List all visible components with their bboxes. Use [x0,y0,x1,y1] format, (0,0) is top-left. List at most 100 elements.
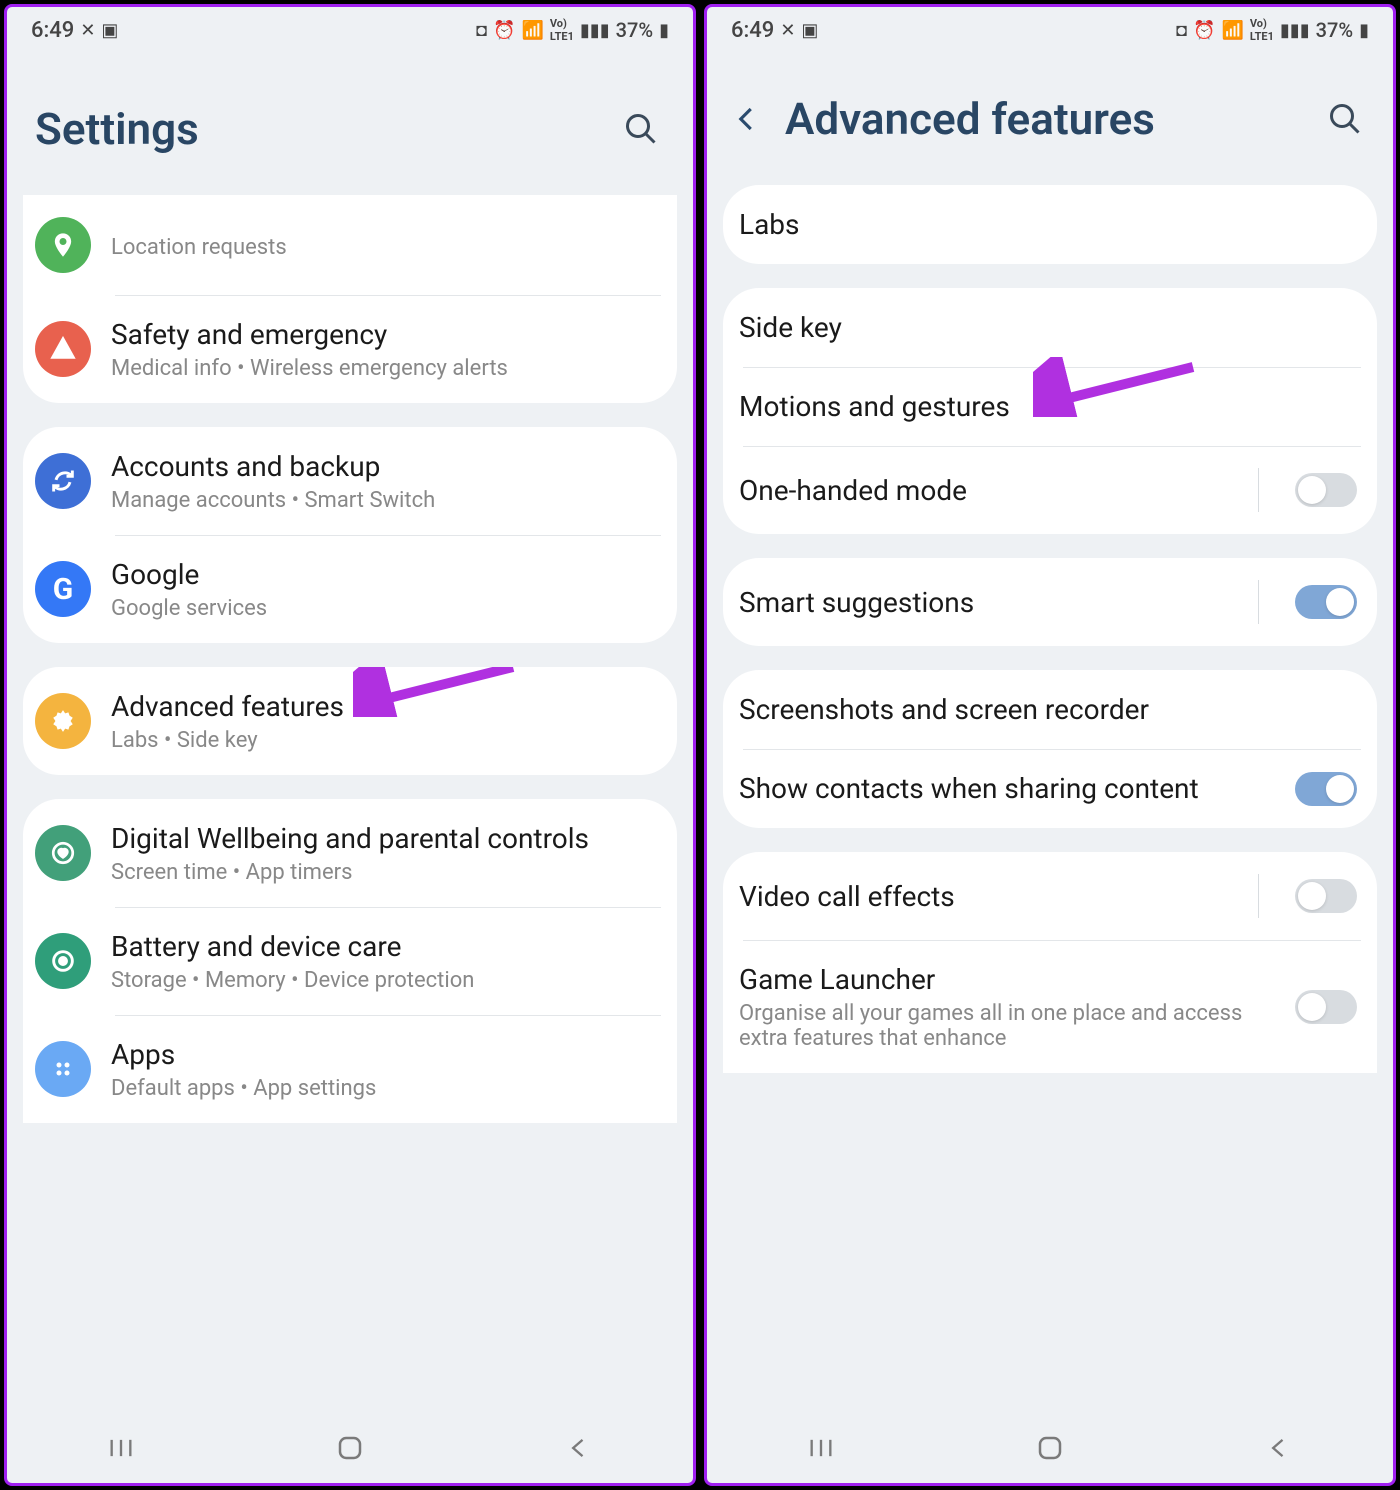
row-title: Apps [111,1037,657,1072]
settings-group: Screenshots and screen recorder Show cont… [723,670,1377,828]
status-bar: 6:49 ✕ ▣ ◘ ⏰ 📶 Vo)LTE1 ▮▮▮ 37% ▮ [7,7,693,53]
phone-right: 6:49 ✕ ▣ ◘ ⏰ 📶 Vo)LTE1 ▮▮▮ 37% ▮ Advance… [704,4,1396,1486]
status-bar: 6:49 ✕ ▣ ◘ ⏰ 📶 Vo)LTE1 ▮▮▮ 37% ▮ [707,7,1393,53]
toggle-divider [1258,874,1259,918]
search-button[interactable] [1321,95,1369,143]
heart-icon [35,825,91,881]
row-subtitle: Google services [111,596,657,621]
status-time: 6:49 [731,18,774,43]
row-title: Labs [739,207,1357,242]
row-subtitle: Storage • Memory • Device protection [111,968,657,993]
row-title: Google [111,557,657,592]
volte-icon: Vo)LTE1 [1250,17,1274,43]
row-body: Smart suggestions [739,585,1238,620]
list-item[interactable]: Screenshots and screen recorder [723,670,1377,749]
list-item[interactable]: Labs [723,185,1377,264]
volte-icon: Vo)LTE1 [550,17,574,43]
recents-button[interactable] [101,1428,141,1468]
list-item[interactable]: Video call effects [723,852,1377,940]
list-item[interactable]: Smart suggestions [723,558,1377,646]
row-title: Accounts and backup [111,449,657,484]
nav-bar [707,1413,1393,1483]
row-title: Digital Wellbeing and parental controls [111,821,657,856]
list-item[interactable]: Battery and device care Storage • Memory … [23,907,677,1015]
page-title: Settings [35,103,601,155]
nav-bar [7,1413,693,1483]
row-body: One-handed mode [739,473,1238,508]
wifi-icon: 📶 [1221,20,1243,41]
grid-icon [35,1041,91,1097]
search-button[interactable] [617,105,665,153]
advanced-list[interactable]: Labs Side key Motions and gestures One-hand… [707,185,1393,1413]
settings-group: Labs [723,185,1377,264]
nfc-icon: ◘ [1176,20,1187,41]
wifi-icon: 📶 [521,20,543,41]
settings-group: Side key Motions and gestures One-handed m… [723,288,1377,534]
picture-icon: ▣ [801,20,818,41]
settings-group: Digital Wellbeing and parental controls S… [23,799,677,1123]
list-item[interactable]: Safety and emergency Medical info • Wirel… [23,295,677,403]
signal-icon: ▮▮▮ [580,20,610,41]
row-subtitle: Screen time • App timers [111,860,657,885]
toggle-switch[interactable] [1295,879,1357,913]
gear-icon [35,693,91,749]
page-header: Advanced features [707,53,1393,185]
row-body: Battery and device care Storage • Memory … [111,929,657,993]
alarm-icon: ⏰ [1193,20,1215,41]
list-item[interactable]: Apps Default apps • App settings [23,1015,677,1123]
list-item[interactable]: One-handed mode [723,446,1377,534]
row-body: Labs [739,207,1357,242]
battery-icon: ▮ [659,20,669,41]
alarm-icon: ⏰ [493,20,515,41]
recents-button[interactable] [801,1428,841,1468]
row-body: Digital Wellbeing and parental controls S… [111,821,657,885]
row-body: Video call effects [739,879,1238,914]
warning-icon [35,321,91,377]
row-body: Google Google services [111,557,657,621]
back-button[interactable] [1259,1428,1299,1468]
list-item[interactable]: Advanced features Labs • Side key [23,667,677,775]
row-subtitle: Default apps • App settings [111,1076,657,1101]
row-title: Safety and emergency [111,317,657,352]
row-subtitle: Manage accounts • Smart Switch [111,488,657,513]
row-subtitle: Medical info • Wireless emergency alerts [111,356,657,381]
settings-group: Smart suggestions [723,558,1377,646]
list-item[interactable]: Location requests [23,195,677,295]
row-subtitle: Labs • Side key [111,728,657,753]
row-title: Video call effects [739,879,1238,914]
row-title: Smart suggestions [739,585,1238,620]
row-body: Game LauncherOrganise all your games all… [739,962,1275,1051]
home-button[interactable] [330,1428,370,1468]
row-body: Side key [739,310,1357,345]
list-item[interactable]: Show contacts when sharing content [723,749,1377,828]
sync-icon [35,453,91,509]
row-title: One-handed mode [739,473,1238,508]
settings-group: Video call effects Game LauncherOrganise … [723,852,1377,1073]
row-title: Side key [739,310,1357,345]
list-item[interactable]: Side key [723,288,1377,367]
list-item[interactable]: Accounts and backup Manage accounts • Sma… [23,427,677,535]
settings-group: Location requests Safety and emergency Med… [23,195,677,403]
list-item[interactable]: Motions and gestures [723,367,1377,446]
toggle-switch[interactable] [1295,585,1357,619]
back-chevron[interactable] [725,97,769,141]
battery-pct: 37% [1316,18,1353,42]
row-subtitle: Location requests [111,235,657,260]
signal-icon: ▮▮▮ [1280,20,1310,41]
list-item[interactable]: Digital Wellbeing and parental controls S… [23,799,677,907]
list-item[interactable]: Game LauncherOrganise all your games all… [723,940,1377,1073]
row-body: Accounts and backup Manage accounts • Sma… [111,449,657,513]
nfc-icon: ◘ [476,20,487,41]
row-body: Show contacts when sharing content [739,771,1275,806]
phone-left: 6:49 ✕ ▣ ◘ ⏰ 📶 Vo)LTE1 ▮▮▮ 37% ▮ Setting… [4,4,696,1486]
settings-list[interactable]: Location requests Safety and emergency Med… [7,195,693,1413]
back-button[interactable] [559,1428,599,1468]
home-button[interactable] [1030,1428,1070,1468]
row-title: Battery and device care [111,929,657,964]
list-item[interactable]: GGoogleGoogle services [23,535,677,643]
toggle-switch[interactable] [1295,772,1357,806]
status-time: 6:49 [31,18,74,43]
toggle-switch[interactable] [1295,473,1357,507]
row-title: Advanced features [111,689,657,724]
toggle-switch[interactable] [1295,990,1357,1024]
